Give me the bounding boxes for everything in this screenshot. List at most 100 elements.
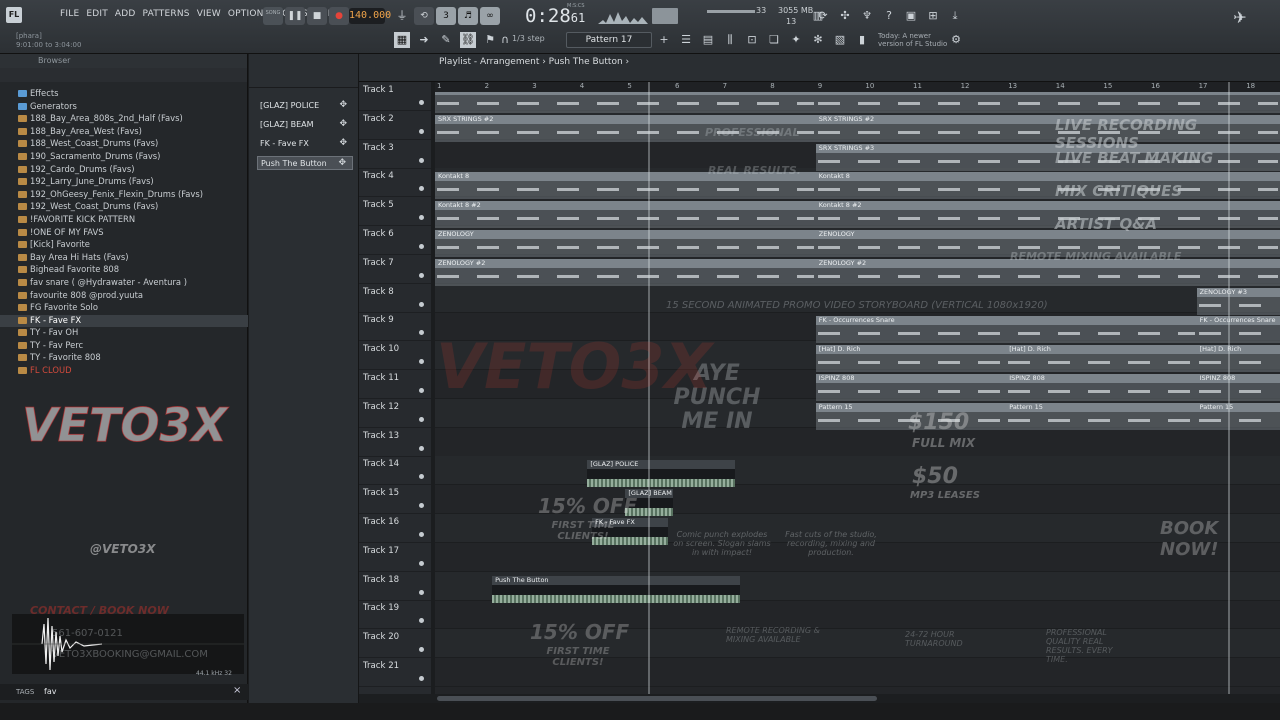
pattern-clip[interactable]: SRX STRINGS #2 [815, 114, 1280, 142]
browser-item[interactable]: TY - Fav Perc [0, 340, 248, 353]
stats-icon[interactable]: ▮ [854, 32, 870, 48]
playlist-row[interactable] [435, 283, 1280, 313]
track-header[interactable]: Track 12 [359, 399, 431, 428]
play-button[interactable]: ❚❚ [285, 7, 305, 25]
timeline-ruler[interactable]: 1 2 3 4 5 6 7 8 9 10 11 12 13 14 15 16 17 18 [435, 82, 1280, 92]
channel-rack-icon[interactable]: ▤ [700, 32, 716, 48]
audio-clip[interactable]: [GLAZ] POLICE [587, 460, 735, 488]
pattern-clip[interactable]: ZENOLOGY #2 [435, 258, 816, 286]
refresh-icon[interactable]: ⟳ [815, 8, 831, 24]
add-pattern-icon[interactable]: + [656, 32, 672, 48]
track-header[interactable]: Track 11 [359, 370, 431, 399]
piano-roll-icon[interactable]: ▦ [394, 32, 410, 48]
playlist-grid[interactable]: SRX STRINGS SRX STRINGS SRX STRINGS #2 SRX … [435, 92, 1280, 694]
browser-item[interactable]: 192_West_Coast_Drums (Favs) [0, 201, 248, 214]
track-mute-led[interactable] [419, 128, 424, 134]
track-header[interactable]: Track 7 [359, 255, 431, 284]
pattern-clip[interactable]: Kontakt 8 #2 [435, 201, 816, 229]
track-header[interactable]: Track 20 [359, 629, 431, 659]
stop-button[interactable]: ■ [307, 7, 327, 25]
browser-item[interactable]: Effects [0, 88, 248, 101]
browser-item[interactable]: Bay Area Hi Hats (Favs) [0, 252, 248, 265]
mixer-icon[interactable]: ⫼ [722, 32, 738, 48]
track-mute-led[interactable] [419, 589, 424, 595]
track-mute-led[interactable] [419, 560, 424, 566]
arrow-right-icon[interactable]: ➜ [416, 32, 432, 48]
track-header[interactable]: Track 5 [359, 197, 431, 227]
menu-item-file[interactable]: FILE [60, 9, 79, 19]
track-mute-led[interactable] [419, 157, 424, 163]
track-mute-led[interactable] [419, 445, 424, 451]
pattern-clip[interactable]: Kontakt 8 [435, 172, 816, 200]
track-mute-led[interactable] [419, 618, 424, 624]
playlist-row[interactable] [435, 514, 1280, 543]
browser-item[interactable]: fav snare ( @Hydrawater - Aventura ) [0, 277, 248, 290]
magnet-icon[interactable]: ∩ [497, 32, 513, 48]
track-mute-led[interactable] [419, 388, 424, 393]
drag-handle-icon[interactable]: ✥ [339, 100, 347, 110]
picker-item[interactable]: [GLAZ] POLICE ✥ [257, 99, 353, 113]
menu-item-view[interactable]: VIEW [197, 9, 221, 19]
pattern-clip[interactable]: ZENOLOGY #2 [815, 258, 1280, 286]
link-icon[interactable]: ⛓ [460, 32, 476, 48]
track-mute-led[interactable] [419, 100, 424, 105]
picker-item[interactable]: FK - Fave FX ✥ [257, 137, 353, 151]
pattern-clip[interactable]: SRX STRINGS #3 [815, 143, 1280, 171]
help-icon[interactable]: ? [881, 8, 897, 24]
track-mute-led[interactable] [419, 647, 424, 653]
picker-item[interactable]: [GLAZ] BEAM ✥ [257, 118, 353, 132]
browser-item[interactable]: !FAVORITE KICK PATTERN [0, 214, 248, 227]
track-header[interactable]: Track 21 [359, 658, 431, 687]
playlist-row[interactable] [435, 485, 1280, 515]
midi-icon[interactable]: ✣ [837, 8, 853, 24]
track-header[interactable]: Track 1 [359, 82, 431, 111]
browser-item[interactable]: 188_West_Coast_Drums (Favs) [0, 138, 248, 151]
audio-clip[interactable]: FK - Fave FX [592, 518, 669, 545]
fl-logo-icon[interactable]: FL [6, 7, 22, 23]
track-mute-led[interactable] [419, 272, 424, 278]
gear-icon[interactable]: ⚙ [948, 32, 964, 48]
browser-item[interactable]: 192_OhGeesy_Fenix_Flexin_Drums (Favs) [0, 189, 248, 202]
track-header[interactable]: Track 6 [359, 226, 431, 255]
pattern-clip[interactable]: [Hat] D. Rich [1006, 345, 1197, 373]
playlist-row[interactable] [435, 543, 1280, 572]
track-mute-led[interactable] [419, 503, 424, 509]
track-header[interactable]: Track 18 [359, 572, 431, 601]
pencil-icon[interactable]: ✎ [438, 32, 454, 48]
track-header[interactable]: Track 4 [359, 168, 431, 198]
playlist-row[interactable] [435, 456, 1280, 486]
drag-handle-icon[interactable]: ✥ [339, 138, 347, 148]
horizontal-scrollbar[interactable] [359, 694, 1280, 703]
browser-icon[interactable]: ❏ [766, 32, 782, 48]
track-header[interactable]: Track 2 [359, 111, 431, 140]
pattern-clip[interactable]: Kontakt 8 #2 [815, 201, 1280, 229]
track-header[interactable]: Track 16 [359, 514, 431, 543]
browser-item[interactable]: 192_Larry_June_Drums (Favs) [0, 176, 248, 189]
tags-search-input[interactable]: fav [44, 687, 56, 696]
track-header[interactable]: Track 17 [359, 543, 431, 572]
metronome-icon[interactable]: ⏚ [394, 8, 410, 24]
pattern-clip[interactable]: Pattern 15 [1006, 402, 1197, 430]
pattern-clip[interactable]: Pattern 15 [1196, 402, 1280, 430]
playlist-icon[interactable]: ☰ [678, 32, 694, 48]
browser-item[interactable]: 188_Bay_Area_West (Favs) [0, 126, 248, 139]
track-mute-led[interactable] [419, 532, 424, 537]
browser-item[interactable]: FL CLOUD [0, 365, 248, 378]
doc-icon[interactable]: ▧ [832, 32, 848, 48]
track-mute-led[interactable] [419, 359, 424, 365]
pattern-clip[interactable]: ZENOLOGY [815, 230, 1280, 257]
scrollbar-thumb[interactable] [437, 696, 877, 701]
track-mute-led[interactable] [419, 301, 424, 307]
countdown-button[interactable]: 3 [436, 7, 456, 25]
master-volume-slider[interactable] [707, 10, 755, 13]
close-icon[interactable]: × [233, 685, 241, 696]
picker-toolbar[interactable] [249, 54, 358, 88]
browser-item[interactable]: 188_Bay_Area_808s_2nd_Half (Favs) [0, 113, 248, 126]
pattern-clip[interactable]: ISPINZ 808 [815, 374, 1007, 401]
store-icon[interactable]: ▣ [903, 8, 919, 24]
pattern-clip[interactable]: FK - Occurrences Snare [1196, 316, 1280, 344]
fan-icon[interactable]: ✻ [810, 32, 826, 48]
pattern-clip[interactable]: [Hat] D. Rich [1196, 345, 1280, 373]
pattern-clip[interactable]: SRX STRINGS #2 [435, 114, 816, 142]
tempo-display[interactable]: 140.000 [349, 8, 391, 24]
